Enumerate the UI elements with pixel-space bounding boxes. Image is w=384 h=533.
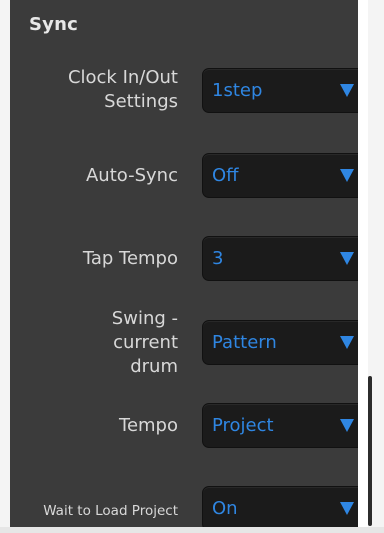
swing-current-drum-label: Swing - current drum — [112, 307, 178, 379]
select-value: Off — [212, 165, 239, 186]
label-line: Tap Tempo — [82, 248, 178, 269]
scrollbar-thumb[interactable] — [368, 376, 372, 526]
triangle-down-icon — [340, 502, 354, 515]
wait-to-load-project-select[interactable]: On — [202, 486, 367, 531]
clock-in-out-settings-select[interactable]: 1step — [202, 68, 367, 113]
select-value: 3 — [212, 248, 224, 269]
section-title: Sync — [29, 14, 78, 35]
scrollbar-track[interactable] — [358, 0, 368, 527]
select-value: Pattern — [212, 332, 277, 353]
label-line: Clock In/Out — [67, 67, 178, 88]
triangle-down-icon — [340, 84, 354, 97]
sync-settings-panel: Sync Clock In/Out Settings 1step Auto-Sy… — [10, 0, 368, 531]
auto-sync-label: Auto-Sync — [86, 164, 178, 188]
tap-tempo-select[interactable]: 3 — [202, 236, 367, 281]
label-line: current — [113, 332, 178, 353]
label-line: drum — [130, 356, 178, 377]
triangle-down-icon — [340, 169, 354, 182]
select-value: Project — [212, 415, 274, 436]
label-line: Wait to Load Project — [43, 503, 178, 519]
tap-tempo-label: Tap Tempo — [83, 247, 178, 271]
label-line: Settings — [104, 91, 178, 112]
swing-current-drum-select[interactable]: Pattern — [202, 320, 367, 365]
label-line: Swing - — [111, 308, 178, 329]
wait-to-load-project-label: Wait to Load Project — [43, 499, 178, 523]
select-value: 1step — [212, 80, 263, 101]
triangle-down-icon — [340, 336, 354, 349]
tempo-select[interactable]: Project — [202, 403, 367, 448]
bottom-edge — [0, 527, 384, 533]
triangle-down-icon — [340, 252, 354, 265]
triangle-down-icon — [340, 419, 354, 432]
label-line: Tempo — [119, 415, 178, 436]
tempo-label: Tempo — [119, 414, 178, 438]
select-value: On — [212, 498, 238, 519]
label-line: Auto-Sync — [85, 165, 178, 186]
clock-in-out-settings-label: Clock In/Out Settings — [68, 66, 178, 114]
auto-sync-select[interactable]: Off — [202, 153, 367, 198]
